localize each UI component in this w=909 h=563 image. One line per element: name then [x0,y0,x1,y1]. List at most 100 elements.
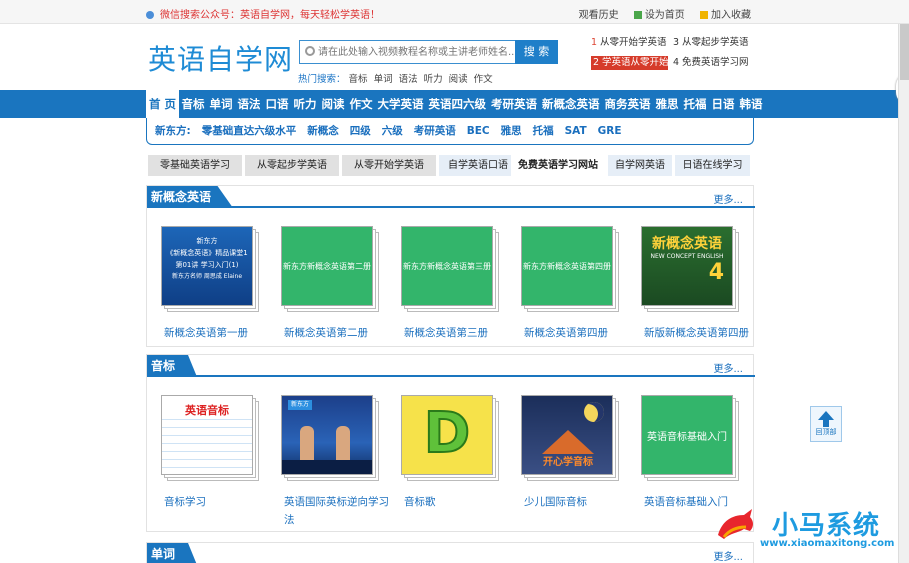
search-box: 搜 索 [299,40,558,64]
tab-item[interactable]: 自学英语口语 [439,155,517,176]
section-header: 新概念英语 更多... [147,186,755,208]
arrow-up-icon [818,411,834,420]
hot-search: 热门搜索： 音标 单词 语法 听力 阅读 作文 [298,71,499,85]
hot-term[interactable]: 作文 [474,74,493,85]
set-homepage-link[interactable]: 设为首页 [633,10,685,21]
watermark-title: 小马系统 [772,511,881,541]
subnav-item[interactable]: SAT [565,118,587,144]
ranking-item[interactable]: 2 学英语从零开始 [591,56,669,70]
search-input[interactable] [318,43,514,61]
page-scrollbar[interactable] [898,24,909,563]
history-link[interactable]: 观看历史 [579,10,619,21]
nav-item[interactable]: 作文 [347,90,375,118]
watermark-url: www.xiaomaxitong.com [760,538,895,549]
nav-item[interactable]: 阅读 [319,90,347,118]
course-title[interactable]: 新概念英语第三册 [404,324,514,342]
nav-item[interactable]: 单词 [207,90,235,118]
course-thumbnail[interactable]: 英语音标 [161,395,259,481]
course-thumbnail[interactable]: 新东方新概念英语第三册 [401,226,499,312]
hot-term[interactable]: 阅读 [449,74,468,85]
course-thumbnail[interactable]: 新东方新概念英语第四册 [521,226,619,312]
tab-item[interactable]: 从零开始学英语 [342,155,436,176]
course-thumbnail[interactable]: 新概念英语 NEW CONCEPT ENGLISH 4 [641,226,739,312]
ranking-item[interactable]: 3 从零起步学英语 [673,36,753,50]
course-thumbnail[interactable]: D [401,395,499,481]
nav-item[interactable]: 口语 [263,90,291,118]
more-link[interactable]: 更多... [713,360,743,375]
back-to-top-button[interactable]: 回顶部 [810,406,842,442]
course-title[interactable]: 新版新概念英语第四册 [644,324,754,342]
more-link[interactable]: 更多... [713,191,743,206]
top-bar: 微信搜索公众号：英语自学网，每天轻松学英语！ 观看历史 设为首页 加入收藏 [0,0,909,24]
tab-item-active[interactable]: 免费英语学习网站 [511,155,605,176]
course-title[interactable]: 新概念英语第一册 [164,324,274,342]
add-favorite-link[interactable]: 加入收藏 [700,10,751,21]
section-title[interactable]: 音标 [147,355,198,377]
wechat-notice[interactable]: 微信搜索公众号：英语自学网，每天轻松学英语！ [146,6,380,21]
hot-term[interactable]: 语法 [399,74,418,85]
course-thumbnail[interactable]: 新东方 [281,395,379,481]
tab-item[interactable]: 自学网英语 [608,155,672,176]
nav-item[interactable]: 英语四六级 [426,90,489,118]
tab-item[interactable]: 零基础英语学习 [148,155,242,176]
hot-term[interactable]: 音标 [349,74,368,85]
section-header: 音标 更多... [147,355,755,377]
subnav-item[interactable]: BEC [467,118,490,144]
course-thumbnail[interactable]: 开心学音标 [521,395,619,481]
ranking-item[interactable]: 4 免费英语学习网 [673,56,753,70]
course-title[interactable]: 新概念英语第二册 [284,324,394,342]
subnav-item[interactable]: 雅思 [501,118,522,144]
speaker-icon [146,11,154,19]
nav-item[interactable]: 雅思 [653,90,681,118]
course-title[interactable]: 音标歌 [404,493,514,511]
top-links: 观看历史 设为首页 加入收藏 [567,6,751,21]
hot-term[interactable]: 单词 [374,74,393,85]
site-logo[interactable]: 英语自学网 [148,38,293,78]
horse-logo-icon [718,509,753,539]
nav-item[interactable]: 韩语 [737,90,765,118]
nav-item[interactable]: 大学英语 [375,90,426,118]
nav-item[interactable]: 音标 [179,90,207,118]
tab-item[interactable]: 从零起步学英语 [245,155,339,176]
subnav-item[interactable]: 六级 [382,118,403,144]
section-new-concept: 新概念英语 更多... 新东方 《新概念英语》精品课堂1 第01讲 学习入门(1… [146,185,755,347]
course-title[interactable]: 音标学习 [164,493,274,511]
nav-item[interactable]: 考研英语 [489,90,540,118]
course-title[interactable]: 新概念英语第四册 [524,324,634,342]
keyword-tabs: 零基础英语学习 从零起步学英语 从零开始学英语 自学英语口语 免费英语学习网站 … [148,155,750,176]
course-thumbnail[interactable]: 新东方新概念英语第二册 [281,226,379,312]
subnav-item[interactable]: GRE [598,118,622,144]
home-icon [633,11,642,19]
nav-item[interactable]: 商务英语 [602,90,653,118]
course-thumbnail[interactable]: 新东方 《新概念英语》精品课堂1 第01讲 学习入门(1) 新东方名师 周思成 … [161,226,259,312]
nav-home[interactable]: 首 页 [146,90,180,118]
nav-item[interactable]: 托福 [681,90,709,118]
subnav-item[interactable]: 新概念 [307,118,339,144]
course-thumbnail[interactable]: 英语音标基础入门 [641,395,739,481]
subnav-item[interactable]: 零基础直达六级水平 [202,118,297,144]
nav-item[interactable]: 日语 [709,90,737,118]
hot-search-label: 热门搜索： [298,74,346,85]
main-nav: 首 页音标 单词 语法 口语 听力 阅读 作文 大学英语 英语四六级 考研英语 新概念英语 商务英语雅… [0,90,909,118]
course-title[interactable]: 英语国际英标逆向学习法 [284,493,394,529]
nav-item[interactable]: 新概念英语 [540,90,603,118]
nav-item[interactable]: 听力 [291,90,319,118]
search-icon [305,46,315,56]
subnav-item[interactable]: 四级 [350,118,371,144]
search-button[interactable]: 搜 索 [515,40,558,64]
section-header: 单词 更多... [147,543,755,563]
section-phonetics: 音标 更多... 英语音标 音标学习 新东方 英语国际英标逆向学习法 D 音标歌… [146,354,755,532]
course-title[interactable]: 少儿国际音标 [524,493,634,511]
ranking-item[interactable]: 1 从零开始学英语 [591,36,671,50]
section-title[interactable]: 单词 [147,543,198,563]
scrollbar-thumb[interactable] [900,24,909,80]
subnav-item[interactable]: 托福 [533,118,554,144]
hot-term[interactable]: 听力 [424,74,443,85]
nav-item[interactable]: 语法 [235,90,263,118]
watermark-logo: 小马系统 www.xiaomaxitong.com [714,505,904,553]
section-title[interactable]: 新概念英语 [147,186,234,208]
star-icon [700,11,708,19]
subnav-item[interactable]: 考研英语 [414,118,456,144]
tab-item[interactable]: 日语在线学习 [675,155,750,176]
subnav-label: 新东方: [155,125,191,137]
